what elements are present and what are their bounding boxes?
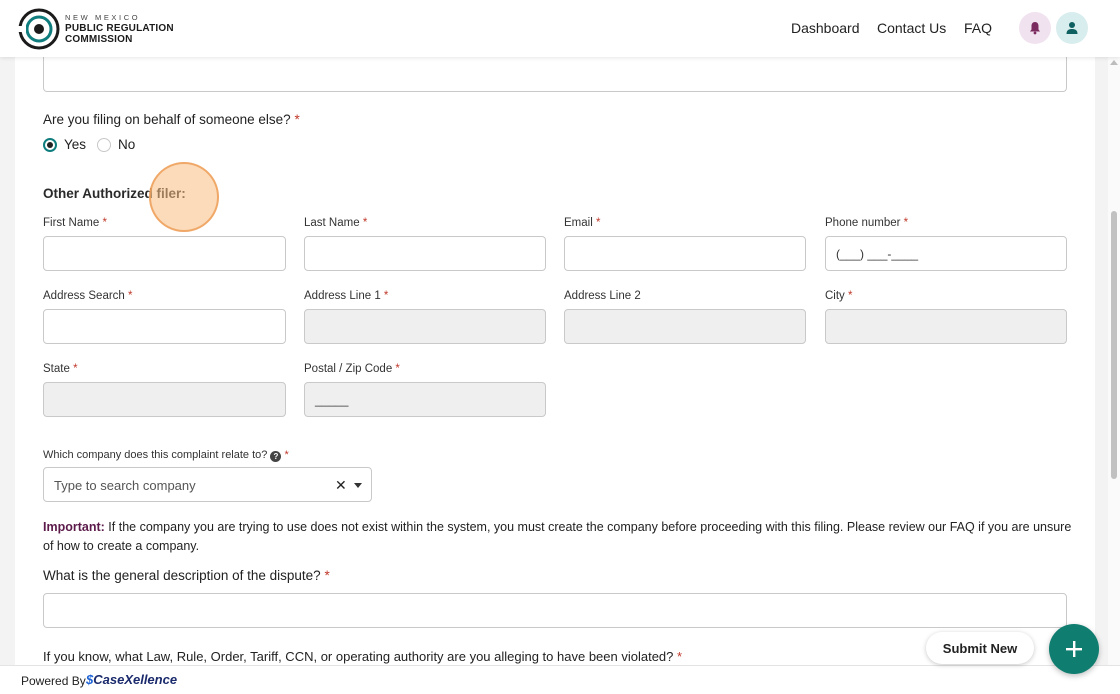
top-header: NEW MEXICO PUBLIC REGULATION COMMISSION … bbox=[0, 0, 1120, 57]
brand-line1: NEW MEXICO bbox=[65, 13, 141, 22]
clear-icon[interactable]: ✕ bbox=[335, 477, 347, 494]
radio-no-label[interactable]: No bbox=[118, 137, 135, 152]
radio-no[interactable] bbox=[97, 138, 111, 152]
city-label: City * bbox=[825, 290, 853, 302]
state-field bbox=[43, 382, 286, 417]
city-field bbox=[825, 309, 1067, 344]
footer: Powered By $CaseXellence bbox=[0, 665, 1120, 694]
zip-field: _____ bbox=[304, 382, 546, 417]
nav-contact-us[interactable]: Contact Us bbox=[877, 20, 946, 36]
brand-name: NEW MEXICO PUBLIC REGULATION COMMISSION bbox=[65, 12, 174, 45]
first-name-label: First Name * bbox=[43, 217, 107, 229]
last-name-field[interactable] bbox=[304, 236, 546, 271]
company-question: Which company does this complaint relate… bbox=[43, 449, 289, 462]
address-line1-field bbox=[304, 309, 546, 344]
important-text-1: If the company you are trying to use doe… bbox=[108, 520, 1072, 534]
required-mark: * bbox=[294, 112, 300, 127]
phone-mask: (___) ___-____ bbox=[836, 247, 919, 261]
brand-line2: PUBLIC REGULATION bbox=[65, 23, 174, 34]
click-indicator bbox=[149, 162, 219, 232]
notifications-button[interactable] bbox=[1019, 12, 1051, 44]
scroll-up-arrow[interactable] bbox=[1110, 60, 1118, 65]
address-line1-label: Address Line 1 * bbox=[304, 290, 389, 302]
first-name-field[interactable] bbox=[43, 236, 286, 271]
submit-new-button[interactable]: Submit New bbox=[926, 632, 1034, 664]
add-button[interactable] bbox=[1049, 624, 1099, 674]
email-field[interactable] bbox=[564, 236, 806, 271]
radio-yes[interactable] bbox=[43, 138, 57, 152]
important-label: Important: bbox=[43, 520, 105, 534]
important-note: Important: If the company you are trying… bbox=[43, 518, 1073, 556]
radio-yes-label[interactable]: Yes bbox=[64, 137, 86, 152]
company-search-select[interactable]: Type to search company ✕ bbox=[43, 467, 372, 502]
brand-line3: COMMISSION bbox=[65, 34, 133, 45]
behalf-question-text: Are you filing on behalf of someone else… bbox=[43, 112, 291, 127]
scroll-thumb[interactable] bbox=[1111, 211, 1117, 479]
address-line2-label: Address Line 2 bbox=[564, 290, 641, 302]
prc-logo[interactable] bbox=[18, 8, 60, 50]
user-icon bbox=[1066, 22, 1078, 34]
address-line2-field bbox=[564, 309, 806, 344]
law-question: If you know, what Law, Rule, Order, Tari… bbox=[43, 649, 683, 664]
plus-icon bbox=[1066, 641, 1082, 657]
powered-by-text: Powered By bbox=[21, 674, 86, 688]
behalf-question: Are you filing on behalf of someone else… bbox=[43, 112, 300, 127]
zip-label: Postal / Zip Code * bbox=[304, 363, 400, 375]
casexellence-logo[interactable]: $CaseXellence bbox=[86, 672, 177, 687]
help-icon[interactable]: ? bbox=[270, 451, 282, 462]
address-search-label: Address Search * bbox=[43, 290, 133, 302]
phone-field[interactable]: (___) ___-____ bbox=[825, 236, 1067, 271]
company-search-placeholder: Type to search company bbox=[54, 478, 196, 493]
chevron-down-icon[interactable] bbox=[354, 483, 362, 488]
dispute-description-field[interactable] bbox=[43, 593, 1067, 628]
important-text-2: of how to create a company. bbox=[43, 539, 200, 553]
nav-faq[interactable]: FAQ bbox=[964, 20, 992, 36]
nav-dashboard[interactable]: Dashboard bbox=[791, 20, 860, 36]
phone-label: Phone number * bbox=[825, 217, 909, 229]
bell-icon bbox=[1030, 22, 1040, 35]
email-label: Email * bbox=[564, 217, 601, 229]
address-search-field[interactable] bbox=[43, 309, 286, 344]
casexellence-text: CaseXellence bbox=[93, 672, 178, 687]
state-label: State * bbox=[43, 363, 78, 375]
page-scrollbar[interactable] bbox=[1108, 57, 1120, 665]
dispute-question: What is the general description of the d… bbox=[43, 568, 330, 583]
last-name-label: Last Name * bbox=[304, 217, 368, 229]
zip-mask: _____ bbox=[315, 393, 349, 407]
user-menu-button[interactable] bbox=[1056, 12, 1088, 44]
